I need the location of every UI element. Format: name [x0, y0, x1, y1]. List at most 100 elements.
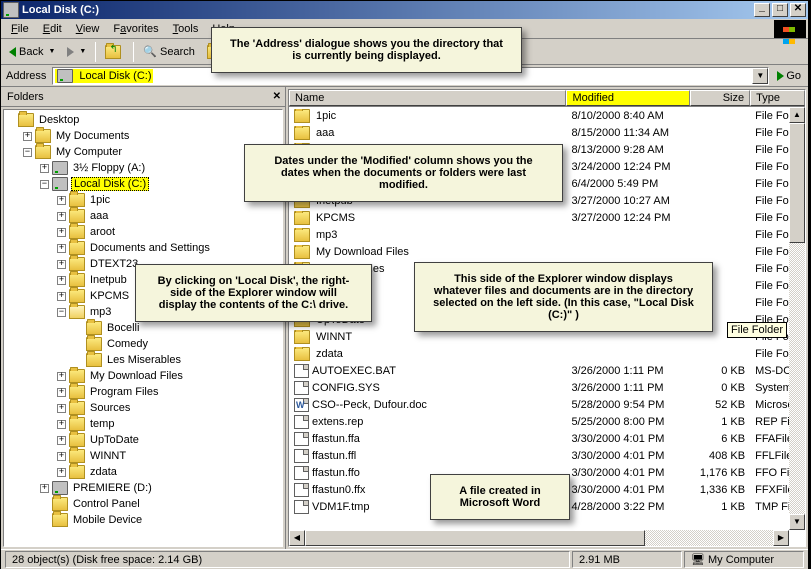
- expander-icon[interactable]: −: [40, 180, 49, 189]
- expander-icon[interactable]: +: [57, 452, 66, 461]
- tree-label: Inetpub: [88, 274, 129, 286]
- up-button[interactable]: ↰: [100, 41, 129, 63]
- tree-item[interactable]: + aroot: [6, 224, 280, 240]
- tree-item[interactable]: Bocelli: [6, 320, 280, 336]
- expander-icon[interactable]: +: [40, 164, 49, 173]
- list-item[interactable]: WCSO--Peck, Dufour.doc 5/28/2000 9:54 PM…: [289, 396, 805, 413]
- list-item[interactable]: aaa 8/15/2000 11:34 AM File Folder: [289, 124, 805, 141]
- file-modified: 3/30/2000 4:01 PM: [566, 433, 690, 445]
- minimize-button[interactable]: _: [754, 3, 770, 17]
- folders-pane-close[interactable]: ✕: [273, 91, 281, 103]
- file-modified: 3/27/2000 10:27 AM: [566, 195, 690, 207]
- folder-icon: [69, 225, 85, 239]
- tree-item[interactable]: + aaa: [6, 208, 280, 224]
- list-item[interactable]: KPCMS 3/27/2000 12:24 PM File Folder: [289, 209, 805, 226]
- expander-icon[interactable]: +: [57, 292, 66, 301]
- menu-tools[interactable]: Tools: [166, 21, 206, 37]
- expander-icon[interactable]: +: [57, 420, 66, 429]
- expander-icon[interactable]: +: [57, 436, 66, 445]
- status-objects: 28 object(s) (Disk free space: 2.14 GB): [5, 551, 570, 568]
- tree-item[interactable]: Control Panel: [6, 496, 280, 512]
- scroll-thumb[interactable]: [789, 123, 805, 243]
- tree-item[interactable]: + Documents and Settings: [6, 240, 280, 256]
- callout-wordfile: A file created in Microsoft Word: [430, 474, 570, 520]
- tree-item[interactable]: + PREMIERE (D:): [6, 480, 280, 496]
- folders-pane-title: Folders: [7, 91, 44, 103]
- maximize-button[interactable]: □: [772, 3, 788, 17]
- scroll-right-button[interactable]: ▶: [773, 530, 789, 546]
- back-arrow-icon: [9, 47, 16, 57]
- list-item[interactable]: ffastun.ffl 3/30/2000 4:01 PM 408 KB FFL…: [289, 447, 805, 464]
- tree-item[interactable]: + 1pic: [6, 192, 280, 208]
- tree-item[interactable]: + zdata: [6, 464, 280, 480]
- scroll-up-button[interactable]: ▲: [789, 107, 805, 123]
- tree-item[interactable]: − Local Disk (C:): [6, 176, 280, 192]
- expander-icon[interactable]: +: [57, 228, 66, 237]
- expander-icon[interactable]: +: [57, 372, 66, 381]
- tree-item[interactable]: + WINNT: [6, 448, 280, 464]
- menu-favorites[interactable]: Favorites: [106, 21, 165, 37]
- file-modified: 3/26/2000 1:11 PM: [566, 382, 690, 394]
- forward-button[interactable]: ▼: [62, 41, 91, 63]
- tree-label: Control Panel: [71, 498, 142, 510]
- file-modified: 4/28/2000 3:22 PM: [566, 501, 690, 513]
- close-button[interactable]: ✕: [790, 3, 806, 17]
- column-modified[interactable]: Modified: [566, 90, 690, 106]
- tree-item[interactable]: + 3½ Floppy (A:): [6, 160, 280, 176]
- list-item[interactable]: 1pic 8/10/2000 8:40 AM File Folder: [289, 107, 805, 124]
- file-name: aaa: [316, 127, 334, 139]
- scroll-down-button[interactable]: ▼: [789, 514, 805, 530]
- folder-tree[interactable]: Desktop + My Documents − My Computer + 3…: [3, 109, 283, 547]
- file-name: ffastun.ffo: [312, 467, 360, 479]
- menu-view[interactable]: View: [69, 21, 107, 37]
- expander-icon[interactable]: +: [23, 132, 32, 141]
- column-type[interactable]: Type: [750, 90, 805, 106]
- tree-item[interactable]: + UpToDate: [6, 432, 280, 448]
- scroll-thumb-h[interactable]: [305, 530, 645, 546]
- menu-file[interactable]: File: [4, 21, 36, 37]
- column-size[interactable]: Size: [690, 90, 750, 106]
- expander-icon[interactable]: +: [57, 468, 66, 477]
- vertical-scrollbar[interactable]: ▲ ▼: [789, 107, 805, 530]
- go-button[interactable]: Go: [773, 70, 805, 82]
- list-item[interactable]: ffastun.ffa 3/30/2000 4:01 PM 6 KB FFAFi…: [289, 430, 805, 447]
- expander-icon[interactable]: −: [23, 148, 32, 157]
- tree-item[interactable]: Desktop: [6, 112, 280, 128]
- expander-icon[interactable]: +: [57, 196, 66, 205]
- list-item[interactable]: CONFIG.SYS 3/26/2000 1:11 PM 0 KB System: [289, 379, 805, 396]
- horizontal-scrollbar[interactable]: ◀ ▶: [289, 530, 789, 546]
- tree-item[interactable]: + My Documents: [6, 128, 280, 144]
- folder-icon: [52, 513, 68, 527]
- column-name[interactable]: Name: [289, 90, 566, 106]
- tree-item[interactable]: + Sources: [6, 400, 280, 416]
- expander-icon[interactable]: +: [57, 404, 66, 413]
- menu-edit[interactable]: Edit: [36, 21, 69, 37]
- file-name: CONFIG.SYS: [312, 382, 380, 394]
- scroll-left-button[interactable]: ◀: [289, 530, 305, 546]
- tree-item[interactable]: Les Miserables: [6, 352, 280, 368]
- tree-item[interactable]: − My Computer: [6, 144, 280, 160]
- forward-arrow-icon: [67, 47, 74, 57]
- list-item[interactable]: My Download Files File Folder: [289, 243, 805, 260]
- list-item[interactable]: extens.rep 5/25/2000 8:00 PM 1 KB REP Fi…: [289, 413, 805, 430]
- expander-icon[interactable]: +: [57, 244, 66, 253]
- tree-item[interactable]: + temp: [6, 416, 280, 432]
- expander-icon[interactable]: −: [57, 308, 66, 317]
- expander-icon[interactable]: +: [57, 388, 66, 397]
- drive-icon: [52, 481, 68, 495]
- list-item[interactable]: zdata File Folder: [289, 345, 805, 362]
- list-item[interactable]: AUTOEXEC.BAT 3/26/2000 1:11 PM 0 KB MS-D…: [289, 362, 805, 379]
- expander-icon[interactable]: +: [57, 260, 66, 269]
- tree-item[interactable]: Comedy: [6, 336, 280, 352]
- tree-item[interactable]: Mobile Device: [6, 512, 280, 528]
- tree-item[interactable]: + Program Files: [6, 384, 280, 400]
- expander-icon[interactable]: +: [57, 276, 66, 285]
- address-dropdown-button[interactable]: ▼: [752, 68, 768, 84]
- expander-icon[interactable]: +: [40, 484, 49, 493]
- expander-icon[interactable]: +: [57, 212, 66, 221]
- tree-label: Program Files: [88, 386, 160, 398]
- list-item[interactable]: mp3 File Folder: [289, 226, 805, 243]
- back-button[interactable]: Back▼: [4, 41, 60, 63]
- tree-item[interactable]: + My Download Files: [6, 368, 280, 384]
- search-button[interactable]: 🔍Search: [138, 41, 200, 63]
